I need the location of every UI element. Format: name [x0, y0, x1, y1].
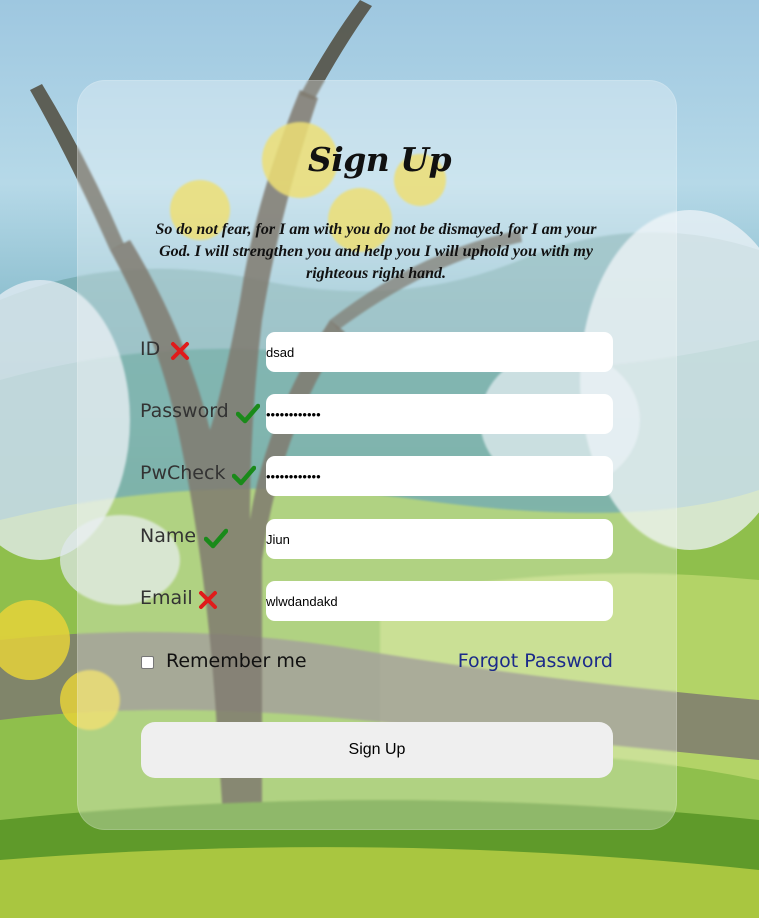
email-input[interactable] [266, 581, 613, 621]
password-input[interactable] [266, 394, 613, 434]
form-row-pwcheck: PwCheck [140, 456, 613, 496]
remember-checkbox[interactable] [141, 656, 154, 669]
form-row-email: Email [140, 581, 613, 621]
id-label: ID [140, 338, 161, 360]
name-input[interactable] [266, 519, 613, 559]
signup-card [77, 80, 677, 830]
form-row-name: Name [140, 519, 613, 559]
pwcheck-input[interactable] [266, 456, 613, 496]
check-mark-icon [231, 463, 257, 487]
form-row-id: ID [140, 332, 613, 372]
form-row-password: Password [140, 394, 613, 434]
password-label: Password [140, 400, 229, 422]
id-input[interactable] [266, 332, 613, 372]
check-mark-icon [235, 401, 261, 425]
pwcheck-label: PwCheck [140, 462, 226, 484]
x-mark-icon [168, 339, 192, 363]
email-label: Email [140, 587, 193, 609]
sign-up-button[interactable]: Sign Up [141, 722, 613, 778]
remember-label[interactable]: Remember me [166, 650, 307, 672]
x-mark-icon [196, 588, 220, 612]
name-label: Name [140, 525, 197, 547]
forgot-password-link[interactable]: Forgot Password [458, 650, 613, 672]
page-title: Sign Up [307, 140, 452, 179]
verse-text: So do not fear, for I am with you do not… [155, 221, 597, 282]
check-mark-icon [203, 526, 229, 550]
